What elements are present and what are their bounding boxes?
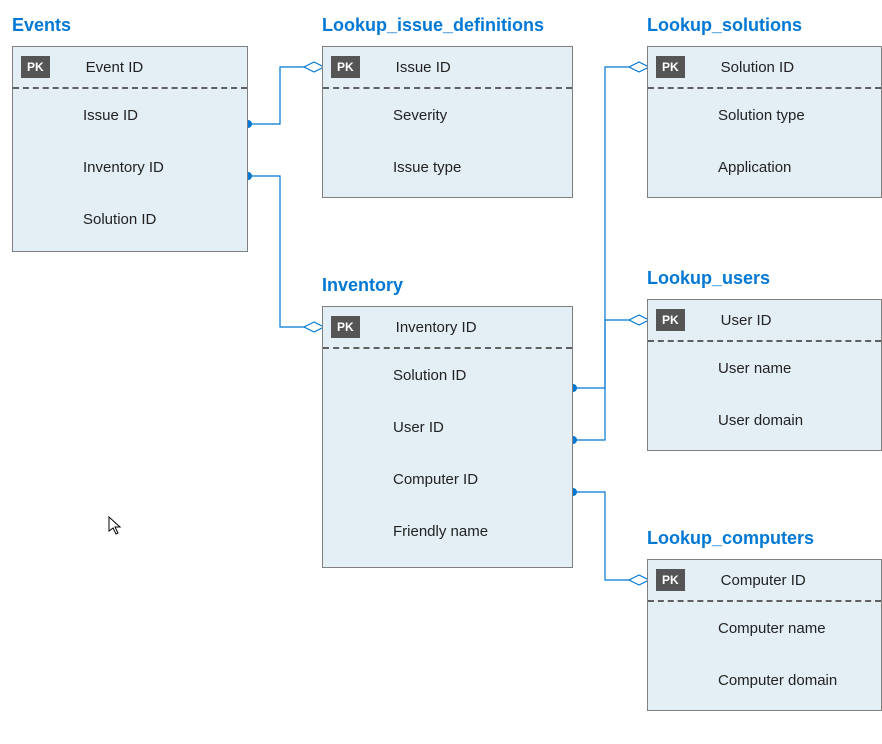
pk-row: PK Event ID: [13, 47, 247, 89]
entity-lookup-users: PK User ID User name User domain: [647, 299, 882, 451]
field-row: Solution type: [648, 89, 881, 141]
entity-title-inventory: Inventory: [322, 275, 403, 296]
entity-lookup-solutions: PK Solution ID Solution type Application: [647, 46, 882, 198]
field-row: Solution ID: [323, 349, 572, 401]
pk-row: PK Issue ID: [323, 47, 572, 89]
field-row: Computer domain: [648, 654, 881, 706]
pk-row: PK Solution ID: [648, 47, 881, 89]
field-row: Issue type: [323, 141, 572, 193]
pk-field: Event ID: [86, 59, 144, 76]
field-row: Severity: [323, 89, 572, 141]
entity-title-lookup-computers: Lookup_computers: [647, 528, 814, 549]
pk-badge: PK: [331, 56, 360, 78]
pk-badge: PK: [656, 56, 685, 78]
field-row: Friendly name: [323, 505, 572, 557]
entity-lookup-computers: PK Computer ID Computer name Computer do…: [647, 559, 882, 711]
pk-badge: PK: [656, 309, 685, 331]
pk-field: Solution ID: [721, 59, 794, 76]
field-row: User ID: [323, 401, 572, 453]
pk-badge: PK: [331, 316, 360, 338]
field-row: Computer name: [648, 602, 881, 654]
pk-field: Inventory ID: [396, 319, 477, 336]
pk-row: PK User ID: [648, 300, 881, 342]
pk-row: PK Computer ID: [648, 560, 881, 602]
pk-badge: PK: [21, 56, 50, 78]
field-row: Issue ID: [13, 89, 247, 141]
pk-field: Computer ID: [721, 572, 806, 589]
cursor-icon: [108, 516, 124, 541]
field-row: Inventory ID: [13, 141, 247, 193]
field-row: User domain: [648, 394, 881, 446]
entity-title-lookup-solutions: Lookup_solutions: [647, 15, 802, 36]
entity-title-events: Events: [12, 15, 71, 36]
entity-inventory: PK Inventory ID Solution ID User ID Comp…: [322, 306, 573, 568]
field-row: Solution ID: [13, 193, 247, 245]
pk-row: PK Inventory ID: [323, 307, 572, 349]
field-row: Application: [648, 141, 881, 193]
field-row: User name: [648, 342, 881, 394]
entity-title-lookup-issue-definitions: Lookup_issue_definitions: [322, 15, 544, 36]
pk-field: Issue ID: [396, 59, 451, 76]
field-row: Computer ID: [323, 453, 572, 505]
pk-badge: PK: [656, 569, 685, 591]
entity-events: PK Event ID Issue ID Inventory ID Soluti…: [12, 46, 248, 252]
entity-title-lookup-users: Lookup_users: [647, 268, 770, 289]
pk-field: User ID: [721, 312, 772, 329]
entity-lookup-issue-definitions: PK Issue ID Severity Issue type: [322, 46, 573, 198]
